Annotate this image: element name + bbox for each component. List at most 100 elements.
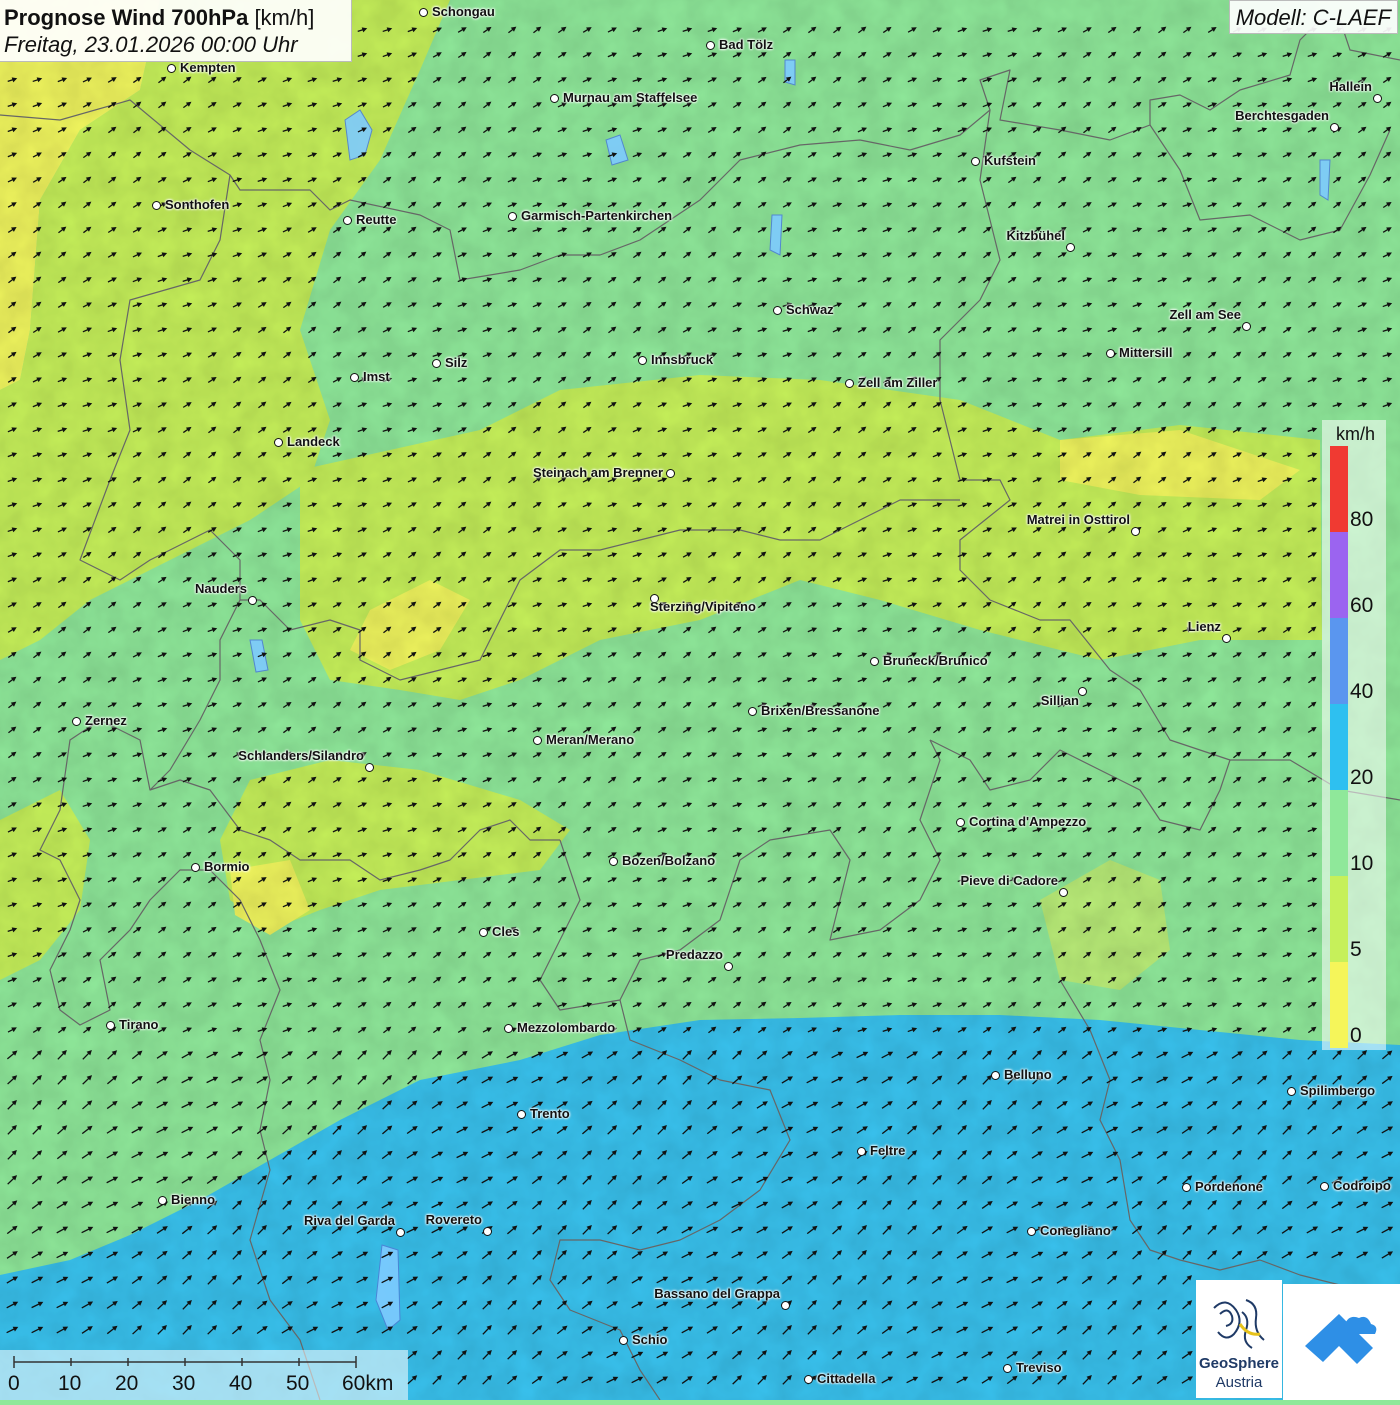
city-label: Nauders bbox=[195, 581, 247, 596]
city-marker bbox=[724, 962, 733, 971]
scale-label-10: 10 bbox=[58, 1372, 81, 1396]
city-marker bbox=[483, 1227, 492, 1236]
city-marker bbox=[504, 1024, 513, 1033]
legend-bar-40-60 bbox=[1330, 618, 1348, 704]
legend-bar-0-5 bbox=[1330, 962, 1348, 1048]
city-marker bbox=[517, 1110, 526, 1119]
city-label: Brixen/Bressanone bbox=[761, 703, 880, 718]
city-label: Mezzolombardo bbox=[517, 1020, 615, 1035]
city-marker bbox=[1059, 888, 1068, 897]
city-marker bbox=[350, 373, 359, 382]
legend-bar-60-80 bbox=[1330, 532, 1348, 618]
city-marker bbox=[508, 212, 517, 221]
city-label: Murnau am Staffelsee bbox=[563, 90, 697, 105]
city-label: Zell am See bbox=[1169, 307, 1241, 322]
city-label: Cittadella bbox=[817, 1371, 876, 1386]
city-label: Codroipo bbox=[1333, 1178, 1391, 1193]
city-label: Matrei in Osttirol bbox=[1027, 512, 1130, 527]
city-label: Bruneck/Brunico bbox=[883, 653, 988, 668]
city-label: Spilimbergo bbox=[1300, 1083, 1375, 1098]
city-label: Silz bbox=[445, 355, 467, 370]
legend-tick-40: 40 bbox=[1350, 680, 1373, 704]
city-marker bbox=[1078, 687, 1087, 696]
city-marker bbox=[1373, 94, 1382, 103]
legend-tick-10: 10 bbox=[1350, 852, 1373, 876]
city-label: Berchtesgaden bbox=[1235, 108, 1329, 123]
city-marker bbox=[956, 818, 965, 827]
city-marker bbox=[748, 707, 757, 716]
city-marker bbox=[191, 863, 200, 872]
city-label: Tirano bbox=[119, 1017, 159, 1032]
city-label: Steinach am Brenner bbox=[533, 465, 663, 480]
city-label: Pordenone bbox=[1195, 1179, 1263, 1194]
city-marker bbox=[1066, 243, 1075, 252]
city-label: Bormio bbox=[204, 859, 250, 874]
city-marker bbox=[158, 1196, 167, 1205]
city-label: Riva del Garda bbox=[304, 1213, 395, 1228]
legend-tick-5: 5 bbox=[1350, 938, 1362, 962]
city-label: Imst bbox=[363, 369, 390, 384]
city-marker bbox=[971, 157, 980, 166]
city-label: Innsbruck bbox=[651, 352, 713, 367]
map-title-unit: [km/h] bbox=[254, 5, 314, 30]
map-title-box: Prognose Wind 700hPa [km/h] Freitag, 23.… bbox=[0, 0, 352, 62]
city-marker bbox=[167, 64, 176, 73]
city-label: Lienz bbox=[1188, 619, 1221, 634]
city-label: Feltre bbox=[870, 1143, 905, 1158]
city-marker bbox=[1320, 1182, 1329, 1191]
city-label: Bassano del Grappa bbox=[654, 1286, 780, 1301]
city-marker bbox=[533, 736, 542, 745]
legend-bar-10-20 bbox=[1330, 790, 1348, 876]
legend-tick-20: 20 bbox=[1350, 766, 1373, 790]
city-marker bbox=[343, 216, 352, 225]
legend-bar-5-10 bbox=[1330, 876, 1348, 962]
city-marker bbox=[1131, 527, 1140, 536]
city-label: Schio bbox=[632, 1332, 667, 1347]
city-marker bbox=[152, 201, 161, 210]
city-label: Cles bbox=[492, 924, 519, 939]
legend-bar-above-80 bbox=[1330, 446, 1348, 532]
city-marker bbox=[781, 1301, 790, 1310]
city-label: Zernez bbox=[85, 713, 127, 728]
legend-tick-60: 60 bbox=[1350, 594, 1373, 618]
scale-label-30: 30 bbox=[172, 1372, 195, 1396]
legend-tick-80: 80 bbox=[1350, 508, 1373, 532]
legend-unit: km/h bbox=[1336, 424, 1375, 445]
city-marker bbox=[609, 857, 618, 866]
city-marker bbox=[1330, 123, 1339, 132]
city-label: Cortina d'Ampezzo bbox=[969, 814, 1086, 829]
city-marker bbox=[274, 438, 283, 447]
city-marker bbox=[619, 1336, 628, 1345]
legend-tick-0: 0 bbox=[1350, 1024, 1362, 1048]
scale-label-40: 40 bbox=[229, 1372, 252, 1396]
city-label: Treviso bbox=[1016, 1360, 1062, 1375]
city-label: Kempten bbox=[180, 60, 236, 75]
city-marker bbox=[1242, 322, 1251, 331]
scale-label-50: 50 bbox=[286, 1372, 309, 1396]
map-title-main: Prognose Wind 700hPa bbox=[4, 5, 248, 30]
city-label: Mittersill bbox=[1119, 345, 1172, 360]
city-label: Conegliano bbox=[1040, 1223, 1111, 1238]
city-label: Sonthofen bbox=[165, 197, 229, 212]
city-marker bbox=[706, 41, 715, 50]
city-marker bbox=[419, 8, 428, 17]
city-marker bbox=[106, 1021, 115, 1030]
model-label: Modell: C-LAEF bbox=[1229, 0, 1398, 34]
city-marker bbox=[1287, 1087, 1296, 1096]
city-marker bbox=[479, 928, 488, 937]
city-label: Bienno bbox=[171, 1192, 215, 1207]
city-label: Meran/Merano bbox=[546, 732, 634, 747]
city-label: Schongau bbox=[432, 4, 495, 19]
city-marker bbox=[248, 596, 257, 605]
city-marker bbox=[1222, 634, 1231, 643]
city-label: Bad Tölz bbox=[719, 37, 773, 52]
city-marker bbox=[638, 356, 647, 365]
city-label: Landeck bbox=[287, 434, 340, 449]
city-label: Schwaz bbox=[786, 302, 834, 317]
geosphere-logo-name: GeoSphere bbox=[1196, 1355, 1282, 1372]
map-title: Prognose Wind 700hPa [km/h] bbox=[4, 4, 347, 32]
city-label: Schlanders/Silandro bbox=[238, 748, 364, 763]
weather-app-logo-mark bbox=[1283, 1284, 1400, 1400]
city-label: Sillian bbox=[1041, 693, 1079, 708]
city-marker bbox=[72, 717, 81, 726]
